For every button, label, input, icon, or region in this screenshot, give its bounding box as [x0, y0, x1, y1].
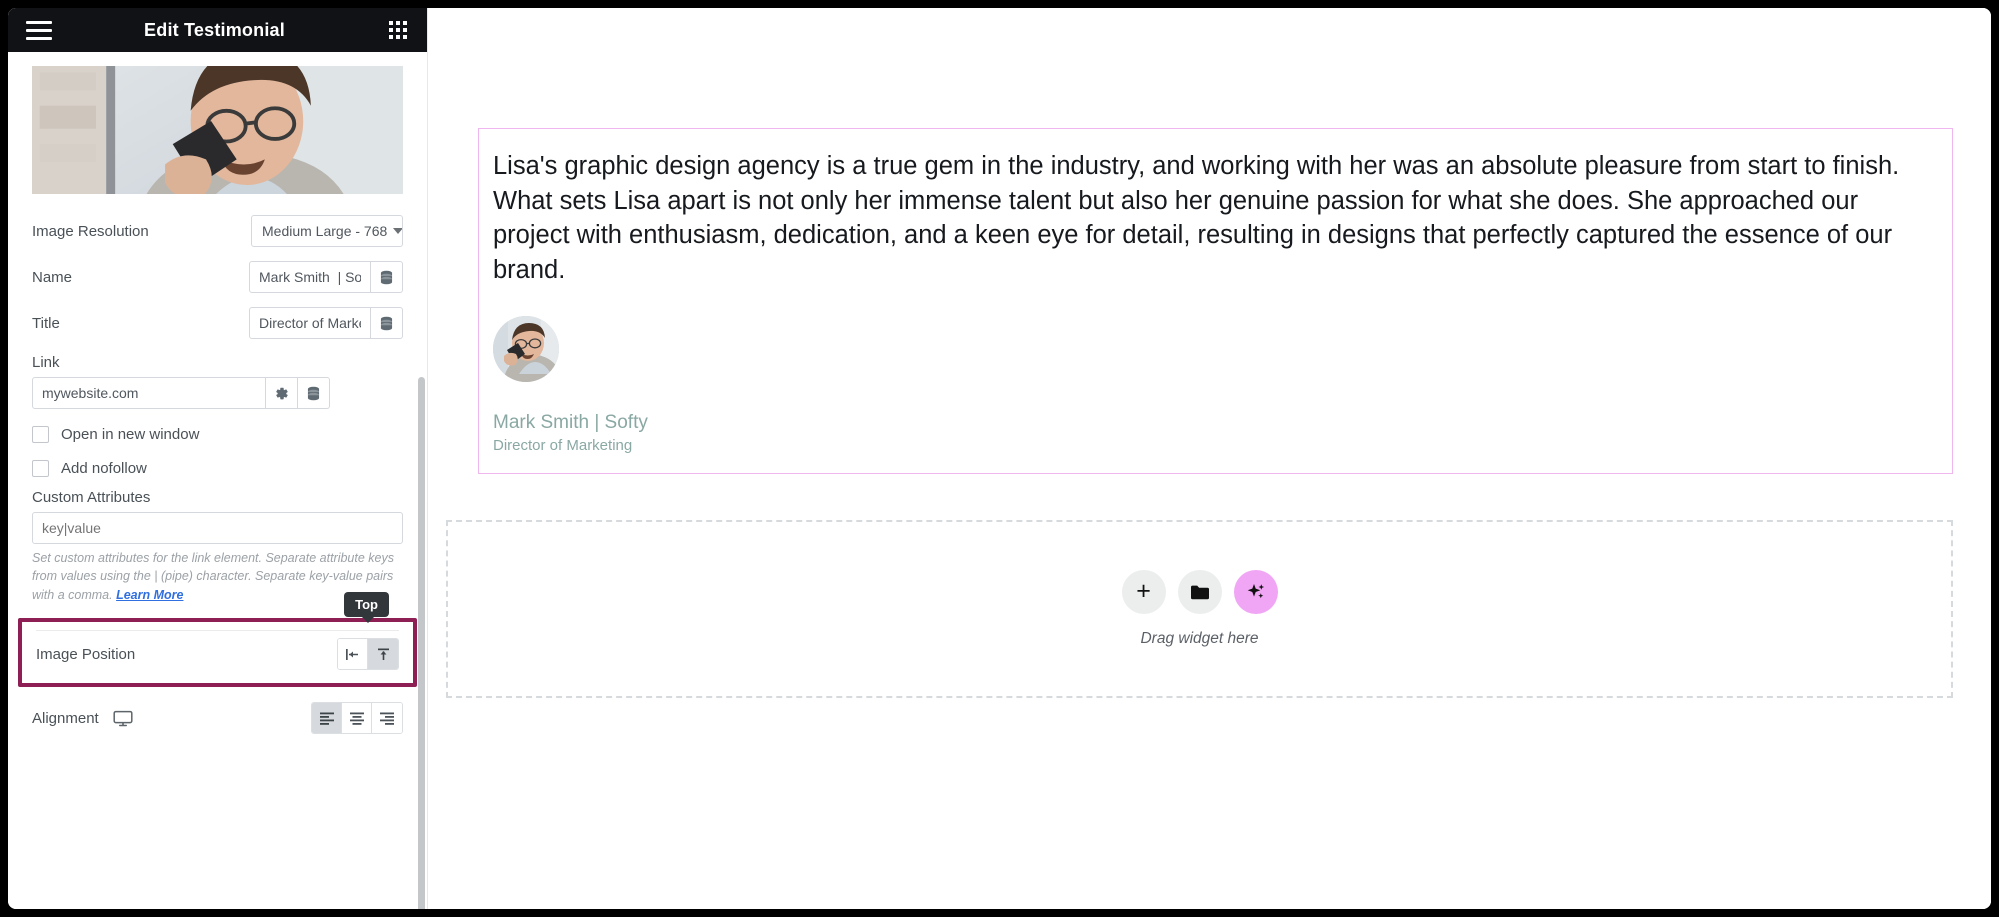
dropzone-label: Drag widget here: [1140, 630, 1259, 647]
database-icon: [380, 270, 393, 284]
panel-scroll-area[interactable]: Image Resolution Medium Large - 768 Name: [8, 52, 427, 909]
desktop-icon-glyph: [113, 710, 133, 726]
custom-attributes-input[interactable]: [32, 512, 403, 544]
field-alignment: Alignment: [8, 695, 427, 741]
image-position-tooltip: Top: [344, 592, 389, 624]
ai-generate-button[interactable]: [1233, 570, 1278, 614]
avatar: [493, 315, 559, 382]
custom-attributes-label: Custom Attributes: [32, 489, 151, 506]
open-new-window-checkbox[interactable]: [32, 425, 49, 443]
avatar-photo-icon: [493, 315, 559, 382]
field-link: [8, 377, 427, 409]
widget-dropzone[interactable]: + Drag widget here: [446, 520, 1953, 698]
align-center-icon: [349, 712, 364, 726]
testimonial-attribution: Mark Smith | Softy Director of Marketing: [479, 315, 1952, 455]
field-title: Title: [8, 300, 427, 346]
image-preview-thumb[interactable]: [32, 66, 403, 194]
checkbox-open-new-window[interactable]: Open in new window: [8, 417, 427, 451]
name-dynamic-tag-button[interactable]: [371, 261, 403, 293]
database-icon: [380, 316, 393, 330]
testimonial-text[interactable]: Lisa's graphic design agency is a true g…: [479, 149, 1952, 288]
title-input[interactable]: [249, 307, 371, 339]
add-nofollow-checkbox[interactable]: [32, 459, 49, 477]
alignment-left-button[interactable]: [312, 703, 342, 734]
editor-canvas[interactable]: Lisa's graphic design agency is a true g…: [428, 8, 1991, 909]
field-name: Name: [8, 254, 427, 300]
preview-photo-icon: [32, 66, 403, 194]
testimonial-name[interactable]: Mark Smith | Softy: [493, 412, 1938, 434]
link-input[interactable]: [32, 377, 266, 409]
alignment-label: Alignment: [32, 710, 311, 727]
panel-header: Edit Testimonial: [8, 8, 427, 52]
add-widget-button[interactable]: +: [1121, 570, 1166, 614]
add-nofollow-label: Add nofollow: [61, 459, 147, 477]
title-label: Title: [32, 314, 60, 332]
panel-scrollbar[interactable]: [418, 377, 425, 909]
name-input[interactable]: [249, 261, 371, 293]
learn-more-link[interactable]: Learn More: [116, 587, 183, 605]
app-viewport: Edit Testimonial Image Resolution Medium…: [8, 8, 1991, 909]
title-dynamic-tag-button[interactable]: [371, 307, 403, 339]
database-icon: [307, 386, 320, 400]
link-options-button[interactable]: [266, 377, 298, 409]
field-image-resolution: Image Resolution Medium Large - 768: [8, 208, 427, 254]
sparkles-icon: [1247, 584, 1264, 599]
image-preview[interactable]: [8, 66, 427, 194]
open-template-library-button[interactable]: [1177, 570, 1222, 614]
top-icon: [377, 648, 389, 660]
field-image-position: Image Position: [22, 631, 413, 677]
desktop-icon[interactable]: [113, 710, 133, 727]
testimonial-widget[interactable]: Lisa's graphic design agency is a true g…: [478, 128, 1953, 474]
app-grid-icon[interactable]: [387, 19, 409, 41]
image-position-label: Image Position: [36, 645, 136, 663]
image-resolution-value: Medium Large - 768: [262, 223, 388, 239]
folder-icon: [1190, 585, 1209, 599]
field-custom-attributes: [8, 512, 427, 544]
custom-attributes-help-text: Set custom attributes for the link eleme…: [32, 551, 394, 602]
image-position-aside-button[interactable]: [338, 639, 368, 670]
aside-icon: [346, 648, 358, 660]
checkbox-add-nofollow[interactable]: Add nofollow: [8, 451, 427, 485]
alignment-center-button[interactable]: [342, 703, 372, 734]
dropzone-buttons: +: [1121, 570, 1278, 614]
plus-icon: +: [1136, 576, 1151, 605]
link-dynamic-tag-button[interactable]: [298, 377, 330, 409]
open-new-window-label: Open in new window: [61, 425, 200, 443]
link-label: Link: [32, 354, 60, 371]
align-right-icon: [380, 712, 394, 726]
editor-panel: Edit Testimonial Image Resolution Medium…: [8, 8, 428, 909]
gear-icon: [276, 387, 288, 399]
alignment-segmented-control: [311, 702, 403, 735]
testimonial-title[interactable]: Director of Marketing: [493, 437, 1938, 455]
align-left-icon: [319, 712, 334, 726]
alignment-label-text: Alignment: [32, 709, 99, 727]
name-label: Name: [32, 268, 73, 286]
image-position-segmented-control: [337, 638, 399, 671]
image-resolution-label: Image Resolution: [32, 222, 149, 240]
image-position-top-button[interactable]: [368, 639, 398, 670]
screenshot-frame: Edit Testimonial Image Resolution Medium…: [0, 0, 1999, 917]
image-resolution-select[interactable]: Medium Large - 768: [251, 215, 403, 247]
alignment-right-button[interactable]: [372, 703, 402, 734]
image-position-highlight: Top Image Position: [18, 592, 417, 688]
page-title: Edit Testimonial: [144, 19, 285, 40]
chevron-down-icon: [393, 228, 402, 234]
